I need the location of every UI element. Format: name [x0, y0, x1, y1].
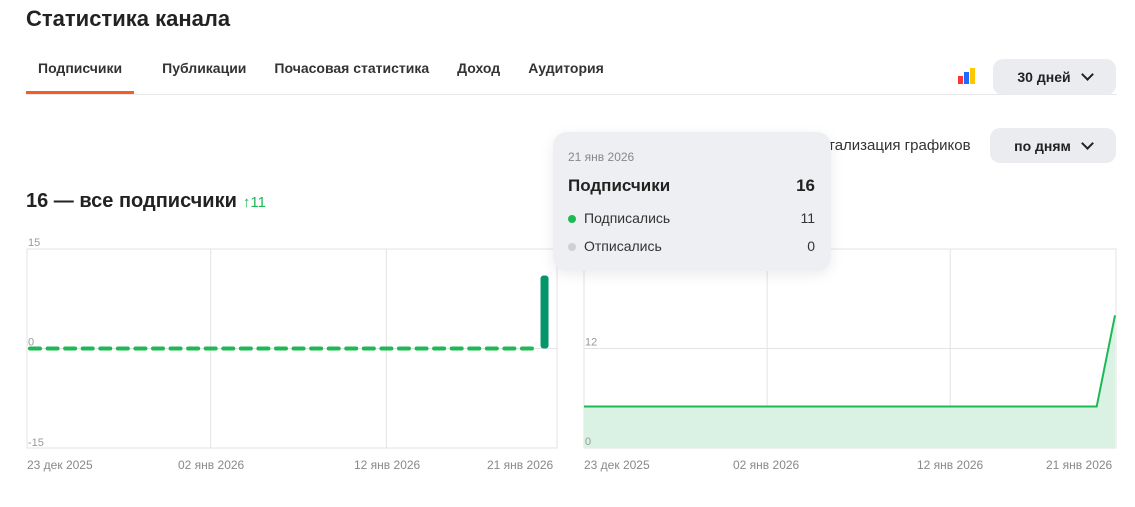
- tooltip-row-value: 0: [807, 238, 815, 254]
- x-tick: 02 янв 2026: [733, 458, 800, 472]
- subscribers-delta: ↑11: [242, 194, 266, 211]
- detail-label: Детализация графиков: [810, 137, 971, 154]
- subscribers-heading: 16 — все подписчики ↑11: [26, 190, 266, 213]
- chart-tooltip: 21 янв 2026 Подписчики 16 Подписались 11…: [553, 132, 831, 271]
- y-tick: -15: [28, 437, 44, 449]
- tab-income[interactable]: Доход: [445, 58, 512, 94]
- green-dot-icon: [568, 215, 576, 223]
- x-tick: 02 янв 2026: [178, 458, 245, 472]
- tab-bar: Подписчики Публикации Почасовая статисти…: [26, 58, 1117, 95]
- bar-chart-icon[interactable]: [958, 68, 976, 84]
- gray-dot-icon: [568, 243, 576, 251]
- tooltip-total: 16: [796, 176, 815, 195]
- subscribers-change-chart: 150-15: [26, 237, 558, 449]
- tooltip-row-label: Подписались: [584, 210, 671, 226]
- y-tick: 0: [585, 436, 591, 448]
- tooltip-title: Подписчики: [568, 176, 671, 195]
- period-select[interactable]: 30 дней: [993, 59, 1116, 95]
- chevron-down-icon: [1080, 68, 1094, 81]
- tooltip-date: 21 янв 2026: [568, 150, 635, 164]
- tooltip-row-label: Отписались: [584, 238, 662, 254]
- tooltip-row-value: 11: [800, 210, 815, 226]
- period-label: 30 дней: [1017, 69, 1071, 85]
- detail-select[interactable]: по дням: [990, 128, 1116, 163]
- x-tick: 23 дек 2025: [27, 458, 93, 472]
- series-line: [584, 315, 1116, 408]
- y-tick: 15: [28, 237, 40, 249]
- x-tick: 21 янв 2026: [487, 458, 554, 472]
- tab-publications[interactable]: Публикации: [150, 58, 258, 94]
- bar: [540, 275, 549, 349]
- x-tick: 12 янв 2026: [354, 458, 421, 472]
- subscribers-total: 16 — все подписчики: [26, 190, 237, 212]
- tab-audience[interactable]: Аудитория: [516, 58, 616, 94]
- tab-hourly[interactable]: Почасовая статистика: [262, 58, 441, 94]
- x-tick: 21 янв 2026: [1046, 458, 1113, 472]
- y-tick: 12: [585, 337, 597, 349]
- area-fill: [584, 315, 1115, 448]
- x-tick: 23 дек 2025: [584, 458, 650, 472]
- detail-value: по дням: [1014, 137, 1071, 154]
- chevron-down-icon: [1081, 136, 1094, 150]
- tab-subscribers[interactable]: Подписчики: [26, 58, 135, 94]
- page-title: Статистика канала: [26, 6, 231, 31]
- x-tick: 12 янв 2026: [917, 458, 984, 472]
